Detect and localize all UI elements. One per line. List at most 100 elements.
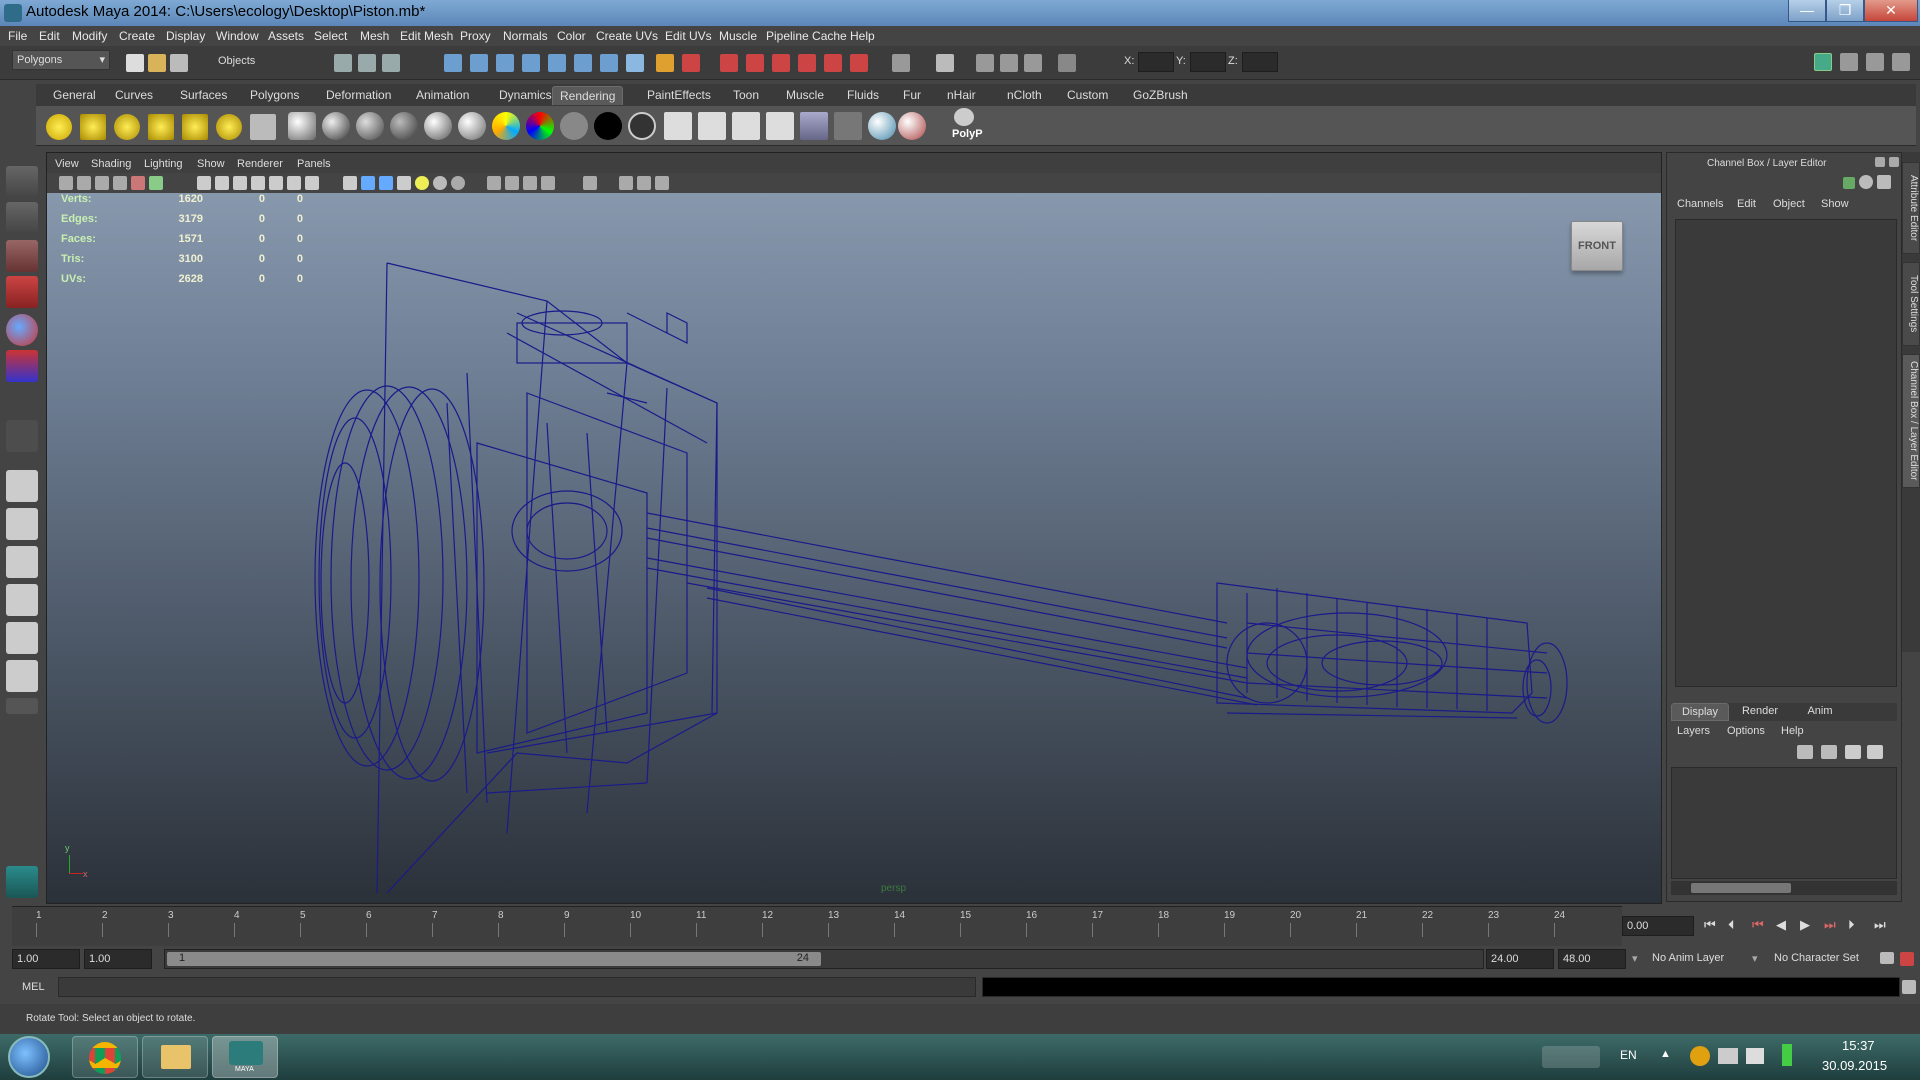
explorer-taskbar-button[interactable] (142, 1036, 208, 1078)
layer-menu-help[interactable]: Help (1781, 725, 1804, 737)
lock-icon[interactable] (656, 54, 674, 72)
view-cube[interactable]: FRONT (1571, 221, 1623, 271)
viewport-menu-panels[interactable]: Panels (297, 158, 331, 170)
snap-grid-icon[interactable] (444, 54, 462, 72)
film-gate-icon[interactable] (215, 176, 229, 190)
layer-move-down-icon[interactable] (1821, 745, 1837, 759)
phong-e-icon[interactable] (458, 112, 486, 140)
use-background-icon[interactable] (628, 112, 656, 140)
viewport-menu-show[interactable]: Show (197, 158, 225, 170)
perspective-viewport[interactable]: Verts: 1620 0 0 Edges: 3179 0 0 Faces: 1571 0 0 T… (47, 193, 1661, 903)
resolution-gate-icon[interactable] (233, 176, 247, 190)
menu-mesh[interactable]: Mesh (360, 29, 389, 43)
menu-display[interactable]: Display (166, 29, 205, 43)
toggle-attribute-editor-icon[interactable] (1814, 53, 1832, 71)
ipr-render-frame-icon[interactable] (698, 112, 726, 140)
menu-file[interactable]: File (8, 29, 27, 43)
paint-select-tool-icon[interactable] (6, 240, 38, 272)
shelf-tab-deformation[interactable]: Deformation (319, 86, 398, 105)
textured-icon[interactable] (397, 176, 411, 190)
range-slider-handle[interactable]: 1 24 (167, 952, 821, 966)
snap-plane-icon[interactable] (522, 54, 540, 72)
y-field[interactable] (1190, 52, 1226, 72)
menu-pipeline-cache[interactable]: Pipeline Cache (766, 29, 847, 43)
shelf-tab-toon[interactable]: Toon (726, 86, 766, 105)
render-current-icon[interactable] (720, 54, 738, 72)
toggle-layer-editor-icon[interactable] (1892, 53, 1910, 71)
shelf-tab-nhair[interactable]: nHair (940, 86, 983, 105)
toggle-channel-box-icon[interactable] (1866, 53, 1884, 71)
layout-four-icon[interactable] (6, 508, 38, 540)
menu-edit[interactable]: Edit (39, 29, 60, 43)
render-view-window-icon[interactable] (800, 112, 828, 140)
gate-mask-icon[interactable] (251, 176, 265, 190)
tool-settings-tab[interactable]: Tool Settings (1902, 262, 1920, 346)
layer-menu-options[interactable]: Options (1727, 725, 1765, 737)
layout-graph-editor-icon[interactable] (6, 660, 38, 692)
select-component-icon[interactable] (382, 54, 400, 72)
layer-move-up-icon[interactable] (1797, 745, 1813, 759)
menu-help[interactable]: Help (850, 29, 875, 43)
network-icon[interactable] (1718, 1048, 1738, 1064)
select-camera-icon[interactable] (59, 176, 73, 190)
shelf-tab-surfaces[interactable]: Surfaces (173, 86, 234, 105)
play-forwards-icon[interactable]: ▶ (1800, 917, 1810, 933)
menu-modify[interactable]: Modify (72, 29, 107, 43)
attribute-editor-tab[interactable]: Attribute Editor (1902, 162, 1920, 254)
cb-menu-object[interactable]: Object (1773, 198, 1805, 210)
spot-light-icon[interactable] (148, 114, 174, 140)
cb-menu-edit[interactable]: Edit (1737, 198, 1756, 210)
cb-menu-channels[interactable]: Channels (1677, 198, 1723, 210)
lasso-tool-icon[interactable] (6, 202, 38, 234)
go-to-start-icon[interactable]: ⏮ (1704, 917, 1716, 933)
volume-light-icon[interactable] (216, 114, 242, 140)
last-tool-icon[interactable] (6, 420, 38, 452)
play-backwards-icon[interactable]: ◀ (1776, 917, 1786, 933)
rotate-snap-icon[interactable] (1000, 54, 1018, 72)
paint-material-icon[interactable] (898, 112, 926, 140)
snap-curve-icon[interactable] (470, 54, 488, 72)
isolate-select-icon[interactable] (487, 176, 501, 190)
menu-muscle[interactable]: Muscle (719, 29, 757, 43)
viewport-menu-shading[interactable]: Shading (91, 158, 131, 170)
character-set-dropdown[interactable]: No Character Set (1774, 952, 1859, 964)
piston-wireframe-model[interactable] (47, 193, 1661, 903)
float-panel-icon[interactable] (1875, 157, 1885, 167)
coordinate-icon[interactable] (1058, 54, 1076, 72)
shelf-tab-dynamics[interactable]: Dynamics (492, 86, 559, 105)
scale-tool-icon[interactable] (6, 350, 38, 382)
animation-preferences-icon[interactable] (1900, 952, 1914, 966)
xray-joints-icon[interactable] (523, 176, 537, 190)
safe-title-icon[interactable] (305, 176, 319, 190)
area-light-icon[interactable] (182, 114, 208, 140)
input-ops-icon[interactable] (682, 54, 700, 72)
anisotropic-icon[interactable] (322, 112, 350, 140)
xray-components-icon[interactable] (541, 176, 555, 190)
speed-icon[interactable] (1859, 175, 1873, 189)
menu-color[interactable]: Color (557, 29, 586, 43)
camera-attributes-icon[interactable] (77, 176, 91, 190)
viewport-menu-lighting[interactable]: Lighting (144, 158, 183, 170)
render-current-frame-icon[interactable] (664, 112, 692, 140)
shadows-icon[interactable] (433, 176, 447, 190)
ambient-occlusion-icon[interactable] (451, 176, 465, 190)
step-forward-frame-icon[interactable]: ⏭ (1824, 917, 1836, 933)
chrome-taskbar-button[interactable] (72, 1036, 138, 1078)
shelf-tab-fur[interactable]: Fur (896, 86, 928, 105)
select-tool-icon[interactable] (6, 166, 38, 198)
shelf-tab-curves[interactable]: Curves (108, 86, 160, 105)
select-object-icon[interactable] (358, 54, 376, 72)
ipr-render-icon[interactable] (746, 54, 764, 72)
shelf-tab-fluids[interactable]: Fluids (840, 86, 886, 105)
assign-material-icon[interactable] (868, 112, 896, 140)
layer-tab-display[interactable]: Display (1671, 703, 1729, 721)
2d-pan-zoom-icon[interactable] (131, 176, 145, 190)
clock-time[interactable]: 15:37 (1842, 1038, 1875, 1053)
maya-logo-icon[interactable] (6, 866, 38, 898)
save-scene-icon[interactable] (170, 54, 188, 72)
shelf-tab-polygons[interactable]: Polygons (243, 86, 306, 105)
menu-edit-uvs[interactable]: Edit UVs (665, 29, 712, 43)
layer-menu-layers[interactable]: Layers (1677, 725, 1710, 737)
lambert-icon[interactable] (390, 112, 418, 140)
use-all-lights-icon[interactable] (415, 176, 429, 190)
